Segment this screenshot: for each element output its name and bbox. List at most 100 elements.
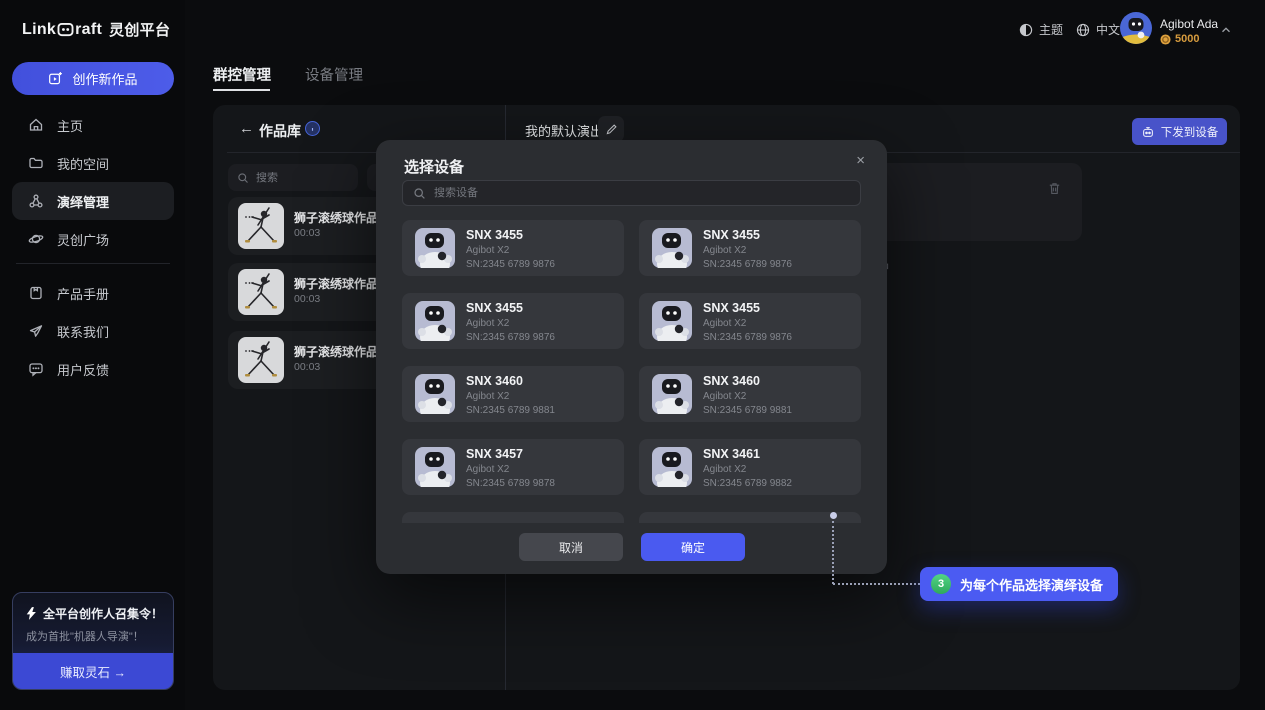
sidebar: Link raft 灵创平台 创作新作品 主页 我的空间 演绎管理 灵创广场 产… [0,0,185,710]
deploy-to-device-button[interactable]: 下发到设备 [1132,118,1227,145]
device-sn: SN:2345 6789 9876 [466,259,555,270]
device-sn: SN:2345 6789 9876 [703,259,792,270]
sidebar-item-label: 灵创广场 [57,230,109,249]
manual-book-icon [28,285,44,301]
device-sn: SN:2345 6789 9882 [703,478,792,489]
theme-icon [1019,23,1033,37]
device-search[interactable] [402,180,861,206]
sidebar-item-label: 我的空间 [57,154,109,173]
device-model: Agibot X2 [466,391,509,402]
planet-icon [28,231,44,247]
device-sn: SN:2345 6789 9881 [466,405,555,416]
device-sn: SN:2345 6789 9881 [703,405,792,416]
lightning-icon [26,607,37,620]
work-title: 狮子滚绣球作品 [294,343,378,360]
sidebar-item-feedback[interactable]: 用户反馈 [12,350,174,388]
sidebar-item-label: 演绎管理 [57,192,109,211]
edit-name-button[interactable] [598,116,624,142]
coin-icon [1160,34,1171,45]
globe-icon [1076,23,1090,37]
close-icon[interactable]: × [856,153,865,168]
home-icon [28,117,44,133]
work-duration: 00:03 [294,361,320,373]
device-avatar [652,301,692,341]
device-search-input[interactable] [434,187,850,199]
tab-device-management[interactable]: 设备管理 [305,64,363,85]
trash-icon[interactable] [1047,181,1062,196]
library-search[interactable] [228,164,358,191]
sidebar-item-plaza[interactable]: 灵创广场 [12,220,174,258]
device-card[interactable]: SNX 3455 Agibot X2 SN:2345 6789 9876 [639,293,861,349]
device-card[interactable]: SNX 3457 Agibot X2 SN:2345 6789 9878 [402,439,624,495]
promo-subtitle: 成为首批"机器人导演"！ [26,628,144,644]
device-sn: SN:2345 6789 9878 [466,478,555,489]
earn-gems-button[interactable]: 赚取灵石 → [13,653,173,689]
app-logo: Link raft 灵创平台 [22,19,170,40]
device-card[interactable]: SNX 3461 Agibot X2 SN:2345 6789 9882 [639,439,861,495]
device-name: SNX 3460 [703,374,760,388]
tab-group-control[interactable]: 群控管理 [213,64,271,85]
device-card-partial [639,512,861,523]
sidebar-divider [16,263,170,264]
theme-toggle[interactable]: 主题 [1019,21,1063,38]
create-work-button[interactable]: 创作新作品 [12,62,174,95]
work-thumbnail [238,269,284,315]
user-name[interactable]: Agibot Ada [1160,17,1218,31]
promo-title: 全平台创作人召集令！ [43,605,163,622]
work-title: 狮子滚绣球作品 [294,275,378,292]
device-card[interactable]: SNX 3460 Agibot X2 SN:2345 6789 9881 [639,366,861,422]
user-menu-collapse[interactable] [1219,23,1233,42]
language-switcher[interactable]: 中文 [1076,21,1120,38]
deploy-label: 下发到设备 [1161,124,1219,140]
paper-plane-icon [28,323,44,339]
sidebar-item-home[interactable]: 主页 [12,106,174,144]
sidebar-item-label: 产品手册 [57,284,109,303]
sidebar-item-performance-mgmt[interactable]: 演绎管理 [12,182,174,220]
work-title: 狮子滚绣球作品 [294,209,378,226]
search-icon [413,187,426,200]
device-card[interactable]: SNX 3455 Agibot X2 SN:2345 6789 9876 [639,220,861,276]
comment-icon [28,361,44,377]
chevron-up-icon [1219,23,1233,37]
sidebar-item-my-space[interactable]: 我的空间 [12,144,174,182]
tooltip-text: 为每个作品选择演绎设备 [960,575,1103,594]
device-name: SNX 3455 [703,228,760,242]
device-name: SNX 3455 [466,228,523,242]
logo-text-pre: Link [22,21,56,39]
device-model: Agibot X2 [703,318,746,329]
modal-title: 选择设备 [404,156,464,177]
user-avatar[interactable] [1120,12,1152,44]
robot-face-icon [57,22,74,37]
guide-anchor-dot [830,512,837,519]
device-avatar [415,447,455,487]
select-device-modal: 选择设备 × SNX 3455 Agibot X2 SN:2345 6789 9… [376,140,887,574]
onboarding-tooltip: 3 为每个作品选择演绎设备 [920,567,1118,601]
device-card[interactable]: SNX 3455 Agibot X2 SN:2345 6789 9876 [402,220,624,276]
work-thumbnail [238,203,284,249]
device-avatar [652,228,692,268]
pencil-icon [605,123,618,136]
device-card[interactable]: SNX 3460 Agibot X2 SN:2345 6789 9881 [402,366,624,422]
info-icon[interactable] [305,121,320,136]
library-title: 作品库 [259,121,301,141]
confirm-button[interactable]: 确定 [641,533,745,561]
sidebar-item-contact-us[interactable]: 联系我们 [12,312,174,350]
device-sn: SN:2345 6789 9876 [466,332,555,343]
device-model: Agibot X2 [466,245,509,256]
device-name: SNX 3460 [466,374,523,388]
device-avatar [652,447,692,487]
sidebar-item-product-manual[interactable]: 产品手册 [12,274,174,312]
device-card-partial [402,512,624,523]
back-arrow-icon[interactable]: ← [239,120,254,137]
device-model: Agibot X2 [703,464,746,475]
robot-head-icon [1141,125,1155,139]
create-work-label: 创作新作品 [72,69,137,88]
device-card[interactable]: SNX 3455 Agibot X2 SN:2345 6789 9876 [402,293,624,349]
promo-title-row: 全平台创作人召集令！ [26,605,163,622]
create-video-icon [48,71,63,86]
sidebar-item-label: 主页 [57,116,83,135]
user-coins: 5000 [1160,33,1199,45]
device-avatar [415,374,455,414]
folder-icon [28,155,44,171]
cancel-button[interactable]: 取消 [519,533,623,561]
